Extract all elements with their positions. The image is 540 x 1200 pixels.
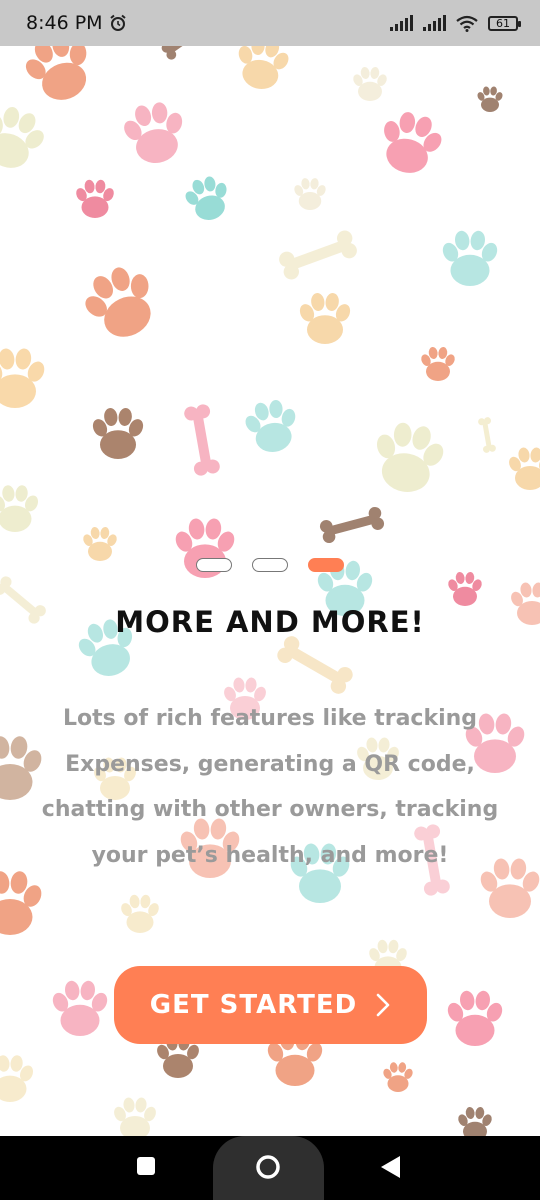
battery-level: 61 <box>496 16 510 30</box>
signal-icon-2 <box>423 15 446 31</box>
signal-icon-1 <box>390 15 413 31</box>
status-left: 8:46 PM <box>26 12 127 34</box>
home-circle-icon[interactable] <box>255 1154 281 1180</box>
onboarding-title: MORE AND MORE! <box>115 605 425 639</box>
onboarding-description: Lots of rich features like tracking Expe… <box>41 706 499 868</box>
system-nav-bar <box>0 1136 540 1200</box>
get-started-label: GET STARTED <box>149 990 358 1020</box>
back-triangle-icon[interactable] <box>381 1156 400 1178</box>
page-dot-2[interactable] <box>252 558 288 572</box>
page-dot-1[interactable] <box>196 558 232 572</box>
wifi-icon <box>456 15 478 32</box>
status-bar: 8:46 PM 61 <box>0 0 540 46</box>
status-time: 8:46 PM <box>26 12 103 34</box>
alarm-clock-icon <box>109 14 126 31</box>
battery-icon: 61 <box>488 15 521 31</box>
recents-square-icon[interactable] <box>137 1157 155 1175</box>
get-started-button[interactable]: GET STARTED <box>114 966 427 1044</box>
chevron-right-icon <box>376 993 390 1017</box>
page-dot-3-active[interactable] <box>308 558 344 572</box>
page-indicator <box>0 558 540 572</box>
status-right: 61 <box>390 15 521 32</box>
